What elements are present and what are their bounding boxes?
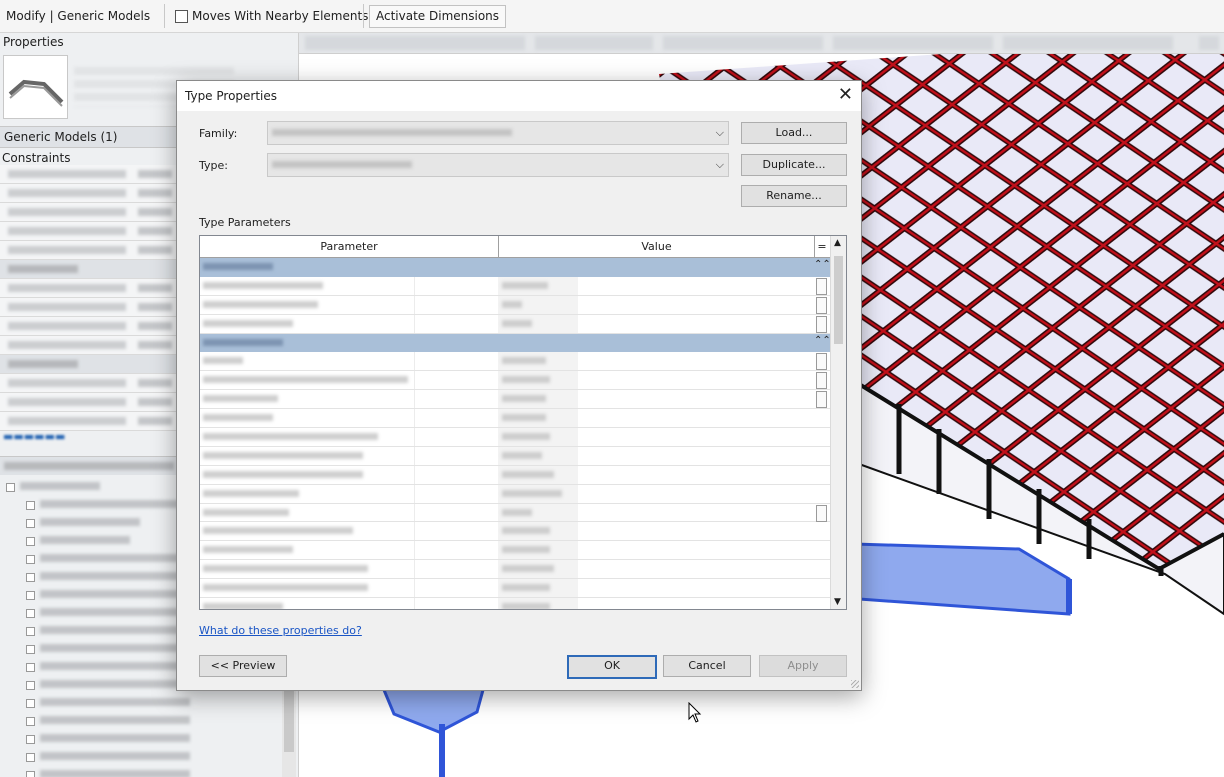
type-value-redacted — [272, 161, 412, 168]
divider — [164, 4, 165, 28]
chevron-down-icon[interactable]: ⌵ — [716, 158, 724, 172]
scroll-up-icon[interactable]: ▲ — [834, 238, 841, 248]
parameter-row[interactable] — [200, 352, 830, 372]
view-tab[interactable] — [663, 36, 823, 50]
tree-node[interactable] — [0, 765, 282, 777]
parameter-row[interactable] — [200, 371, 830, 391]
parameter-row[interactable] — [200, 541, 830, 561]
formula-column-header[interactable]: = — [815, 236, 829, 257]
collapse-icon[interactable]: ⌃⌃ — [814, 335, 831, 346]
type-parameters-grid: Parameter Value = ⌃⌃ ⌃⌃ ▲ ▼ — [199, 235, 847, 610]
options-bar: Modify | Generic Models Moves With Nearb… — [0, 0, 1224, 33]
view-tab[interactable] — [1003, 36, 1173, 50]
view-tab[interactable] — [1199, 36, 1219, 50]
tree-node[interactable] — [0, 693, 282, 711]
instance-selector-label: Generic Models (1) — [4, 130, 118, 144]
scroll-down-icon[interactable]: ▼ — [834, 597, 841, 607]
type-parameters-label: Type Parameters — [199, 216, 291, 229]
parameter-row[interactable] — [200, 446, 830, 466]
parameter-row[interactable] — [200, 598, 830, 609]
parameter-row[interactable] — [200, 560, 830, 580]
help-link[interactable]: What do these properties do? — [199, 624, 362, 637]
constraints-group-label: Constraints — [2, 151, 71, 165]
tree-node[interactable] — [0, 729, 282, 747]
divider — [363, 4, 364, 28]
parameter-column-header[interactable]: Parameter — [200, 236, 499, 257]
parameter-row[interactable] — [200, 465, 830, 485]
selected-element-blue[interactable] — [852, 542, 1071, 616]
preview-button[interactable]: << Preview — [199, 655, 287, 677]
mouse-cursor-icon — [688, 702, 702, 723]
family-select[interactable]: ⌵ — [267, 121, 729, 145]
parameter-row[interactable] — [200, 579, 830, 599]
moves-with-nearby-label: Moves With Nearby Elements — [192, 9, 369, 23]
value-column-header[interactable]: Value — [499, 236, 815, 257]
moves-with-nearby-checkbox[interactable]: Moves With Nearby Elements — [175, 9, 368, 23]
parameter-row[interactable] — [200, 503, 830, 523]
view-tabs-bar — [299, 33, 1224, 54]
rename-button[interactable]: Rename... — [741, 185, 847, 207]
load-button[interactable]: Load... — [741, 122, 847, 144]
tree-node[interactable] — [0, 711, 282, 729]
family-label: Family: — [199, 127, 238, 140]
context-tab-label: Modify | Generic Models — [6, 9, 151, 23]
parameter-row[interactable] — [200, 428, 830, 447]
view-tab[interactable] — [535, 36, 653, 50]
cancel-button[interactable]: Cancel — [663, 655, 751, 677]
grid-body: ⌃⌃ ⌃⌃ — [200, 258, 831, 609]
parameter-row[interactable] — [200, 390, 830, 410]
parameter-row[interactable] — [200, 484, 830, 504]
scroll-thumb[interactable] — [834, 256, 843, 344]
family-value-redacted — [272, 129, 512, 136]
checkbox-icon[interactable] — [175, 9, 188, 23]
grid-header: Parameter Value = — [200, 236, 830, 258]
collapse-icon[interactable]: ⌃⌃ — [814, 259, 831, 270]
grid-scrollbar[interactable]: ▲ ▼ — [830, 236, 846, 609]
group-row-constraints[interactable]: ⌃⌃ — [200, 258, 831, 277]
properties-help-link[interactable]: ▬▬▬▬▬▬ — [3, 430, 65, 443]
view-tab[interactable] — [305, 36, 525, 50]
dialog-title: Type Properties — [185, 89, 278, 103]
type-properties-dialog: Type Properties ✕ Family: ⌵ Type: ⌵ Load… — [176, 80, 862, 691]
type-select[interactable]: ⌵ — [267, 153, 729, 177]
group-row-construction[interactable]: ⌃⌃ — [200, 333, 831, 353]
ok-button[interactable]: OK — [567, 655, 657, 679]
resize-grip[interactable] — [851, 680, 859, 688]
activate-dimensions-button[interactable]: Activate Dimensions — [369, 5, 507, 28]
parameter-row[interactable] — [200, 314, 830, 334]
tree-node[interactable] — [0, 747, 282, 765]
chevron-down-icon[interactable]: ⌵ — [716, 126, 724, 140]
dialog-titlebar[interactable]: Type Properties ✕ — [177, 81, 861, 111]
properties-title: Properties — [3, 35, 64, 49]
type-thumbnail — [3, 55, 68, 119]
duplicate-button[interactable]: Duplicate... — [741, 154, 847, 176]
type-label: Type: — [199, 159, 228, 172]
parameter-row[interactable] — [200, 276, 830, 296]
close-icon[interactable]: ✕ — [838, 85, 853, 105]
arch-family-icon — [8, 79, 64, 107]
parameter-row[interactable] — [200, 409, 830, 429]
apply-button[interactable]: Apply — [759, 655, 847, 677]
view-tab[interactable] — [833, 36, 993, 50]
parameter-row[interactable] — [200, 522, 830, 542]
parameter-row[interactable] — [200, 295, 830, 315]
